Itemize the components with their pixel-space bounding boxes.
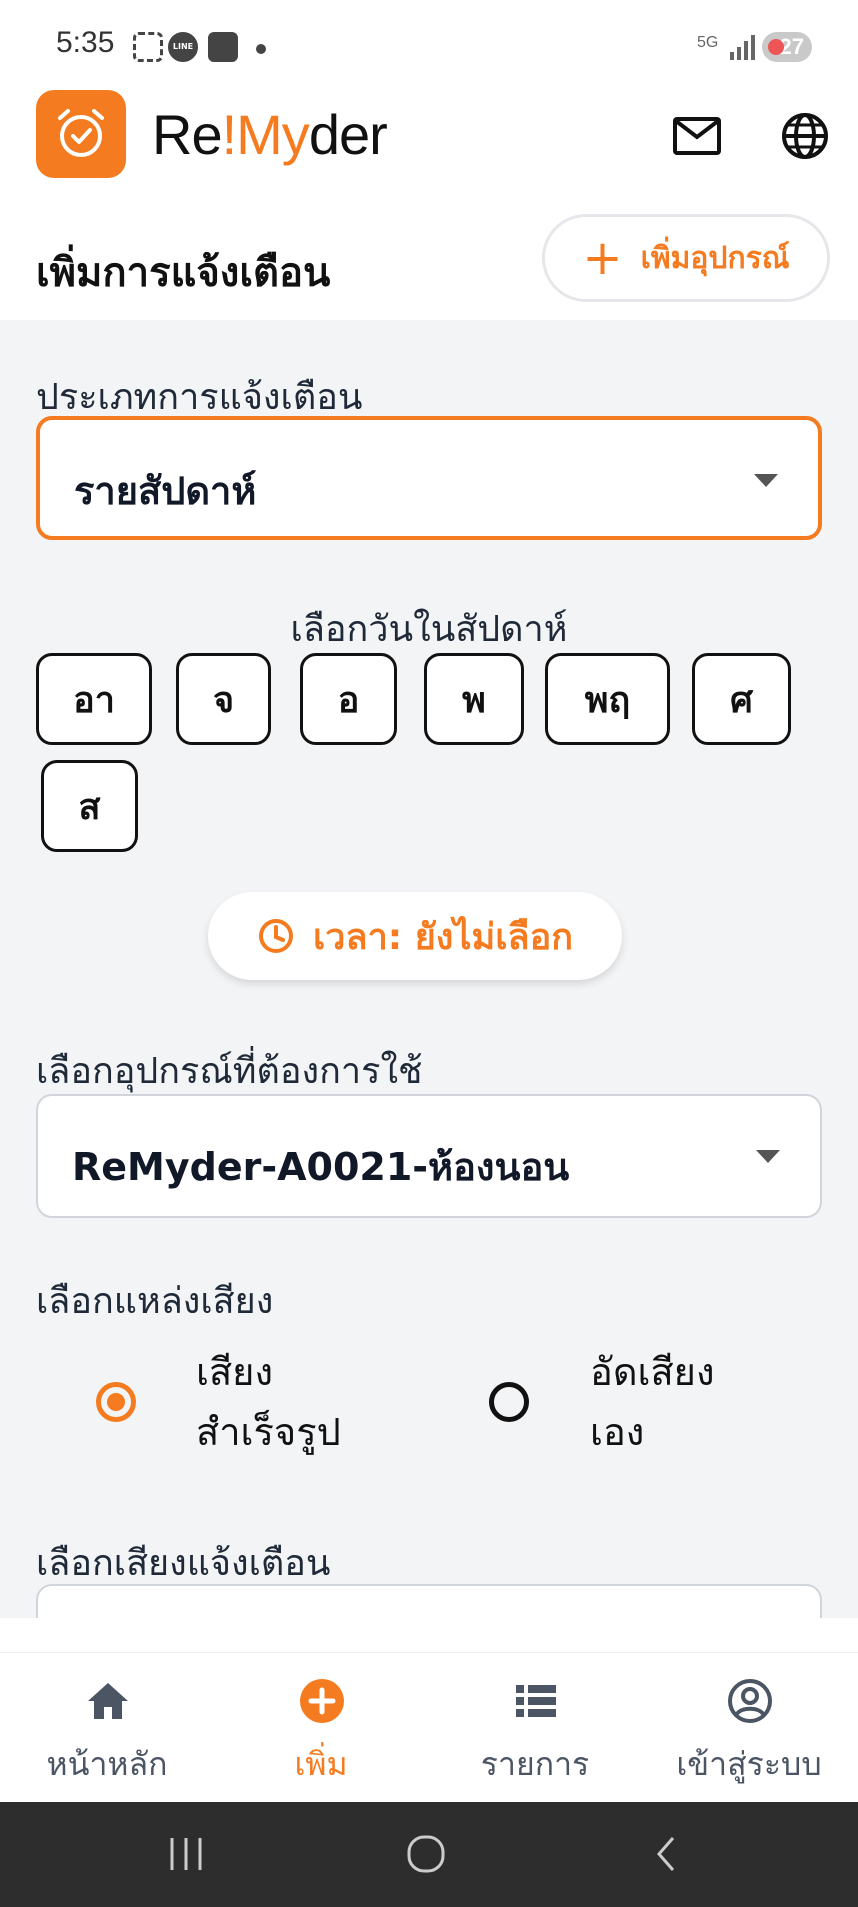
nav-home-label: หน้าหลัก [46,1745,168,1783]
nav-add-label: เพิ่ม [294,1745,348,1783]
plus-icon: + [582,230,623,286]
language-button[interactable] [777,108,833,164]
sound-source-label: เลือกแหล่งเสียง [36,1281,274,1322]
home-circle-icon [407,1835,445,1873]
shopping-bag-icon [208,32,238,62]
day-chip-thu[interactable]: พฤ [545,653,670,745]
battery-indicator: 27 [762,32,812,62]
device-label: เลือกอุปกรณ์ที่ต้องการใช้ [36,1051,423,1092]
plus-circle-icon [300,1679,344,1723]
brand-accent: !My [221,103,310,166]
day-chip-sun[interactable]: อา [36,653,152,745]
nav-login[interactable]: เข้าสู่ระบบ [642,1653,856,1803]
day-chip-tue[interactable]: อ [300,653,397,745]
alert-sound-label: เลือกเสียงแจ้งเตือน [36,1543,331,1584]
radio-preset-line2: สำเร็จรูป [196,1410,341,1454]
days-label: เลือกวันในสัปดาห์ [290,609,568,650]
back-button[interactable] [636,1824,696,1884]
status-bar: 5:35 LINE 5G 27 [0,0,858,90]
nav-login-label: เข้าสู่ระบบ [676,1745,822,1783]
add-device-label: เพิ่มอุปกรณ์ [640,240,790,276]
alert-type-select[interactable]: รายสัปดาห์ [36,416,822,540]
app-header: Re!Myder [0,90,858,200]
bottom-nav: หน้าหลัก เพิ่ม รายการ เข้าสู่ระบบ [0,1652,858,1802]
day-chip-sat[interactable]: ส [41,760,138,852]
dropdown-caret-icon [754,474,778,487]
day-chip-mon[interactable]: จ [176,653,271,745]
nav-home[interactable]: หน้าหลัก [0,1653,214,1803]
mail-icon [673,117,721,155]
device-value: ReMyder-A0021-ห้องนอน [72,1145,570,1189]
radio-record-sound[interactable] [489,1382,529,1422]
alarm-clock-icon [58,109,104,157]
alert-sound-select[interactable] [36,1584,822,1618]
account-icon [728,1679,772,1723]
mail-button[interactable] [669,108,725,164]
recent-apps-icon [170,1838,202,1870]
signal-icon [730,34,755,60]
brand-suffix: der [308,103,388,166]
radio-preset-sound[interactable] [96,1382,136,1422]
form-content[interactable]: ประเภทการแจ้งเตือน รายสัปดาห์ เลือกวันใน… [0,320,858,1618]
alert-type-value: รายสัปดาห์ [74,469,257,513]
device-select[interactable]: ReMyder-A0021-ห้องนอน [36,1094,822,1218]
home-system-button[interactable] [396,1824,456,1884]
home-icon [88,1683,128,1719]
brand-name: Re!Myder [152,102,388,167]
nav-list[interactable]: รายการ [428,1653,642,1803]
line-app-icon: LINE [168,32,198,62]
add-device-button[interactable]: + เพิ่มอุปกรณ์ [542,214,830,302]
title-row: เพิ่มการแจ้งเตือน + เพิ่มอุปกรณ์ [0,200,858,320]
radio-record-line2: เอง [590,1410,645,1454]
app-logo [36,90,126,178]
globe-icon [782,113,828,159]
list-icon [516,1685,556,1717]
day-chip-wed[interactable]: พ [424,653,524,745]
radio-preset-sound-label[interactable]: เสียง สำเร็จรูป [196,1342,396,1462]
time-label: เวลา: ยังไม่เลือก [312,916,573,958]
network-type: 5G [697,34,719,51]
recent-apps-button[interactable] [156,1824,216,1884]
nav-add[interactable]: เพิ่ม [214,1653,428,1803]
dropdown-caret-icon [756,1150,780,1163]
clock-icon [258,919,293,953]
day-chip-fri[interactable]: ศ [692,653,791,745]
status-time: 5:35 [56,26,115,59]
notification-dot-icon [256,44,266,54]
radio-record-line1: อัดเสียง [590,1350,715,1394]
system-navigation-bar [0,1802,858,1907]
page-title: เพิ่มการแจ้งเตือน [36,250,331,296]
radio-record-sound-label[interactable]: อัดเสียง เอง [590,1342,790,1462]
screenshot-icon [133,32,163,62]
nav-list-label: รายการ [480,1745,590,1783]
back-chevron-icon [657,1837,675,1871]
radio-preset-line1: เสียง [196,1350,274,1394]
time-picker-button[interactable]: เวลา: ยังไม่เลือก [208,892,622,980]
brand-prefix: Re [152,103,223,166]
